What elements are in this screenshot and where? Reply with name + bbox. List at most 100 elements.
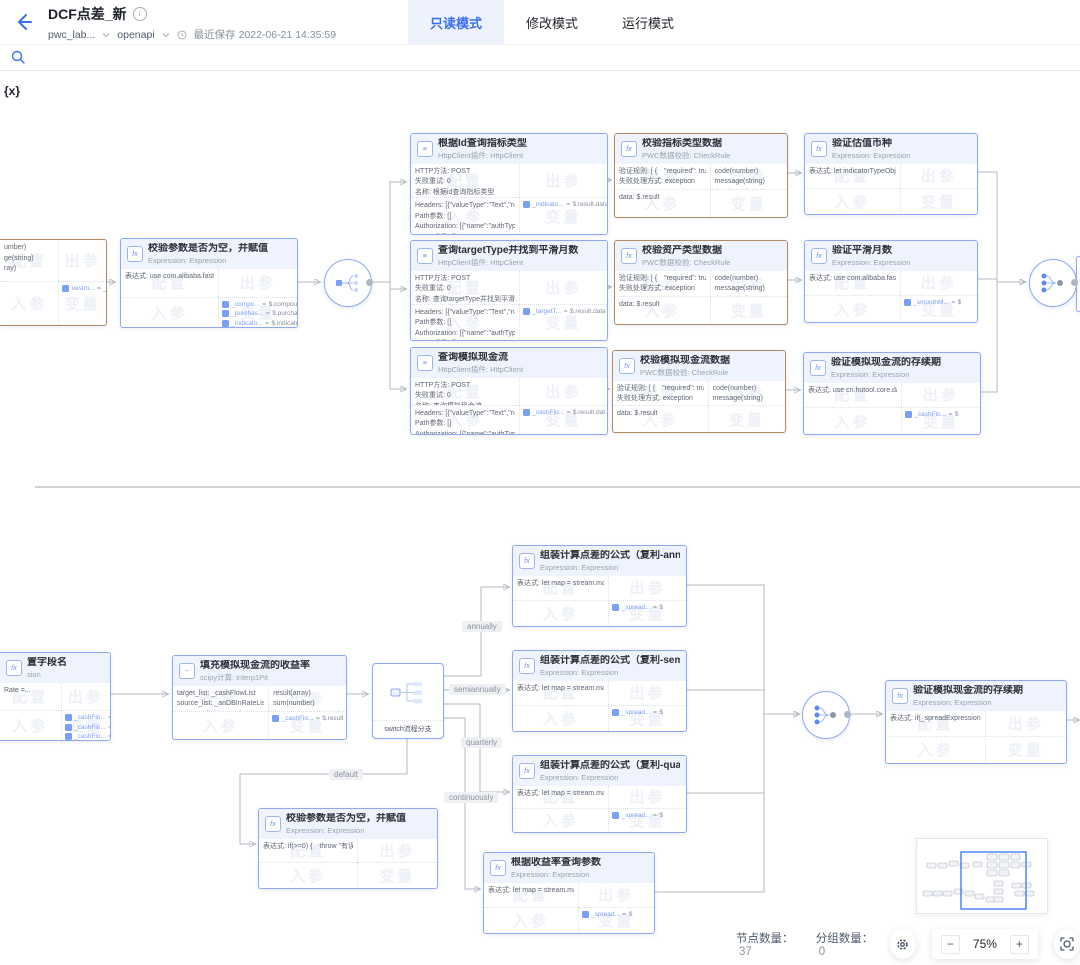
node-config-line: Authorization: [{"name":"authTyp... xyxy=(415,222,515,233)
checkrule-icon: fx xyxy=(619,358,635,374)
variable-chip: _spread...=$ xyxy=(612,812,663,819)
chevron-down-icon[interactable] xyxy=(102,31,110,39)
node-header: fx 校验参数是否为空，并赋值 Expression: Expression xyxy=(259,809,437,839)
settings-button[interactable] xyxy=(890,929,916,959)
node-card-check-empty-bottom[interactable]: fx 校验参数是否为空，并赋值 Expression: Expression 配… xyxy=(258,808,438,889)
merge-node-bottom[interactable] xyxy=(802,691,850,739)
node-card-query-indicator-type[interactable]: ≡ 根据Id查询指标类型 HttpClient插件: HttpClient 配置… xyxy=(410,133,608,235)
node-quadrant-br: 变量 xyxy=(710,189,787,217)
node-card-query-params-by-yield[interactable]: fx 根据收益率查询参数 Expression: Expression 配置 表… xyxy=(483,852,655,934)
node-card-validate-cashflow[interactable]: fx 校验模拟现金流数据 PWC数据校验: CheckRule 配置 验证规则:… xyxy=(612,350,786,433)
checkrule-icon: fx xyxy=(621,248,637,264)
fit-view-button[interactable] xyxy=(1054,929,1080,959)
node-config-line: message(string) xyxy=(715,284,783,295)
node-title: 校验模拟现金流数据 xyxy=(640,355,730,368)
merge-icon xyxy=(813,704,839,726)
tab-readonly-mode[interactable]: 只读模式 xyxy=(408,0,504,44)
node-header: fx 校验资产类型数据 PWC数据校验: CheckRule xyxy=(615,241,787,271)
node-card-fill-yield[interactable]: ~ 填充模拟现金流的收益率 scipy计算: interp1Pit 配置 tar… xyxy=(172,655,347,740)
variable-icon xyxy=(65,724,72,731)
last-saved-text: 最近保存 2022-06-21 14:35:59 xyxy=(194,27,336,42)
node-card-partial-output[interactable]: 配置 umber)ge(string)ray) 出参 入参 变量 vestm..… xyxy=(0,239,107,326)
variable-chip: _cashFlo...=TotalCashF... xyxy=(65,724,111,731)
variables-panel-toggle[interactable]: {x} xyxy=(4,84,20,98)
node-body: 配置 表达式: let map = stream.map()... 出参 入参 … xyxy=(513,786,686,833)
node-card-verify-cashflow-duration-top[interactable]: fx 验证模拟现金流的存续期 Expression: Expression 配置… xyxy=(803,352,981,435)
node-quadrant-tl: 配置 验证规则: [ { "required": tru...失败处理方式: e… xyxy=(613,381,708,406)
node-card-formula-annually[interactable]: fx 组装计算点差的公式（复利-annualy） Expression: Exp… xyxy=(512,545,687,627)
node-config-line: source_list: _anDBInRateListOn... xyxy=(177,699,264,710)
scipy-icon: ~ xyxy=(179,663,195,679)
node-card-verify-cashflow-duration-bottom[interactable]: fx 验证模拟现金流的存续期 Expression: Expression 配置… xyxy=(885,680,1067,764)
node-config-line: 表达式: if(_spreadExpression == ... xyxy=(890,714,981,725)
node-config-line: Authorization: [{"name":"authTyp... xyxy=(415,430,515,434)
node-quadrant-bl: 入参 data: $.result xyxy=(615,296,710,324)
node-quadrant-bl: 入参 xyxy=(0,710,61,740)
fan-out-node[interactable] xyxy=(324,259,372,307)
node-header: fx 验证模拟现金流的存续期 Expression: Expression xyxy=(804,353,980,383)
node-card-verify-smooth-months[interactable]: fx 验证平滑月数 Expression: Expression 配置 表达式:… xyxy=(804,240,978,323)
node-card-validate-asset-type[interactable]: fx 校验资产类型数据 PWC数据校验: CheckRule 配置 验证规则: … xyxy=(614,240,788,325)
zoom-in-button[interactable]: + xyxy=(1010,935,1029,954)
node-card-formula-quarterly[interactable]: fx 组装计算点差的公式（复利-quarterly） Expression: E… xyxy=(512,755,687,833)
node-config-line: 失败重试: 0 xyxy=(415,284,515,295)
node-subtitle: Expression: Expression xyxy=(832,258,910,267)
node-card-query-cashflow[interactable]: ≡ 查询模拟现金流 HttpClient插件: HttpClient 配置 HT… xyxy=(410,347,608,435)
variable-chip: _cashFlo...=InterestRate xyxy=(65,714,111,721)
node-count: 节点数量：37 xyxy=(736,930,800,958)
node-config-line: 表达式: let map = stream.map()... xyxy=(517,684,604,695)
node-quadrant-tr: 出参 xyxy=(218,269,297,297)
variable-icon xyxy=(222,301,229,308)
node-quadrant-br: 变量 xyxy=(710,296,787,324)
variable-chip: _spread...=$ xyxy=(582,911,633,918)
node-config-line: Path参数: [] xyxy=(415,419,515,430)
workspace-select[interactable]: pwc_lab... xyxy=(48,29,95,41)
expression-icon: fx xyxy=(811,141,827,157)
node-config-line: HTTP方法: POST xyxy=(415,274,515,285)
tab-run-mode[interactable]: 运行模式 xyxy=(600,0,696,44)
variable-icon xyxy=(523,308,530,315)
info-icon[interactable]: i xyxy=(133,7,147,21)
zoom-out-button[interactable]: − xyxy=(941,935,960,954)
node-quadrant-br: 变量 _cashFlo...=$.result.dat... xyxy=(519,405,607,434)
variable-icon xyxy=(582,911,589,918)
chevron-down-icon[interactable] xyxy=(162,31,170,39)
minimap[interactable] xyxy=(916,838,1048,914)
node-quadrant-tl: 配置 验证规则: [ { "required": tru...失败处理方式: e… xyxy=(615,164,710,190)
expression-icon: fx xyxy=(810,360,826,376)
node-card-query-target-type[interactable]: ≡ 查询targetType并找到平滑月数 HttpClient插件: Http… xyxy=(410,240,608,341)
clock-icon xyxy=(177,30,187,40)
node-subtitle: HttpClient插件: HttpClient xyxy=(438,258,578,267)
node-quadrant-tr: 出参 xyxy=(58,240,106,281)
node-body: 配置 表达式: let map = stream.map()... 出参 入参 … xyxy=(513,681,686,732)
tab-edit-mode[interactable]: 修改模式 xyxy=(504,0,600,44)
variable-chip: _compo...=$.compoun... xyxy=(222,301,297,308)
switch-branch-node[interactable]: switch流程分支 xyxy=(372,663,444,739)
node-header: fx 校验指标类型数据 PWC数据校验: CheckRule xyxy=(615,134,787,164)
node-card-check-empty[interactable]: fx 校验参数是否为空，并赋值 Expression: Expression 配… xyxy=(120,238,298,328)
node-config-line: 表达式: let map = stream.map()... xyxy=(488,886,574,897)
node-config-line: ge(string) xyxy=(4,254,54,265)
node-quadrant-br: 变量 _cashFlo...=$ xyxy=(901,407,980,434)
node-title: 置字段名 xyxy=(27,657,67,670)
node-quadrant-bl: 入参 xyxy=(513,808,608,832)
variable-icon xyxy=(272,715,279,722)
node-card-verify-valuation-currency[interactable]: fx 验证估值币种 Expression: Expression 配置 表达式:… xyxy=(804,133,978,215)
api-select[interactable]: openapi xyxy=(117,29,154,41)
search-icon[interactable] xyxy=(10,49,26,65)
node-quadrant-bl: 入参 Headers: [{"valueType":"Text","n...Pa… xyxy=(411,197,519,234)
node-body: 配置 表达式: let map = stream.map()... 出参 入参 … xyxy=(513,576,686,627)
merge-node-top[interactable] xyxy=(1029,259,1077,307)
node-config-line: 验证规则: [ { "required": tru... xyxy=(619,274,706,285)
node-subtitle: Expression: Expression xyxy=(148,256,268,265)
node-card-partial-set-field[interactable]: fx 置字段名 sion 配置 Rate =... 出参 入参 变量 _cash… xyxy=(0,652,111,741)
node-card-formula-semiannually[interactable]: fx 组装计算点差的公式（复利-semiannually） Expression… xyxy=(512,650,687,732)
node-header: fx 根据收益率查询参数 Expression: Expression xyxy=(484,853,654,883)
variable-chip: vestm...=_investm... xyxy=(62,285,106,292)
node-quadrant-br: 变量 xyxy=(985,736,1066,763)
expression-icon: fx xyxy=(6,660,22,676)
node-config-line: 验证规则: [ { "required": tru... xyxy=(617,384,704,395)
node-card-validate-indicator-type[interactable]: fx 校验指标类型数据 PWC数据校验: CheckRule 配置 验证规则: … xyxy=(614,133,788,218)
node-quadrant-br: 变量 _spread...=$ xyxy=(608,705,686,731)
back-button[interactable] xyxy=(14,12,34,32)
